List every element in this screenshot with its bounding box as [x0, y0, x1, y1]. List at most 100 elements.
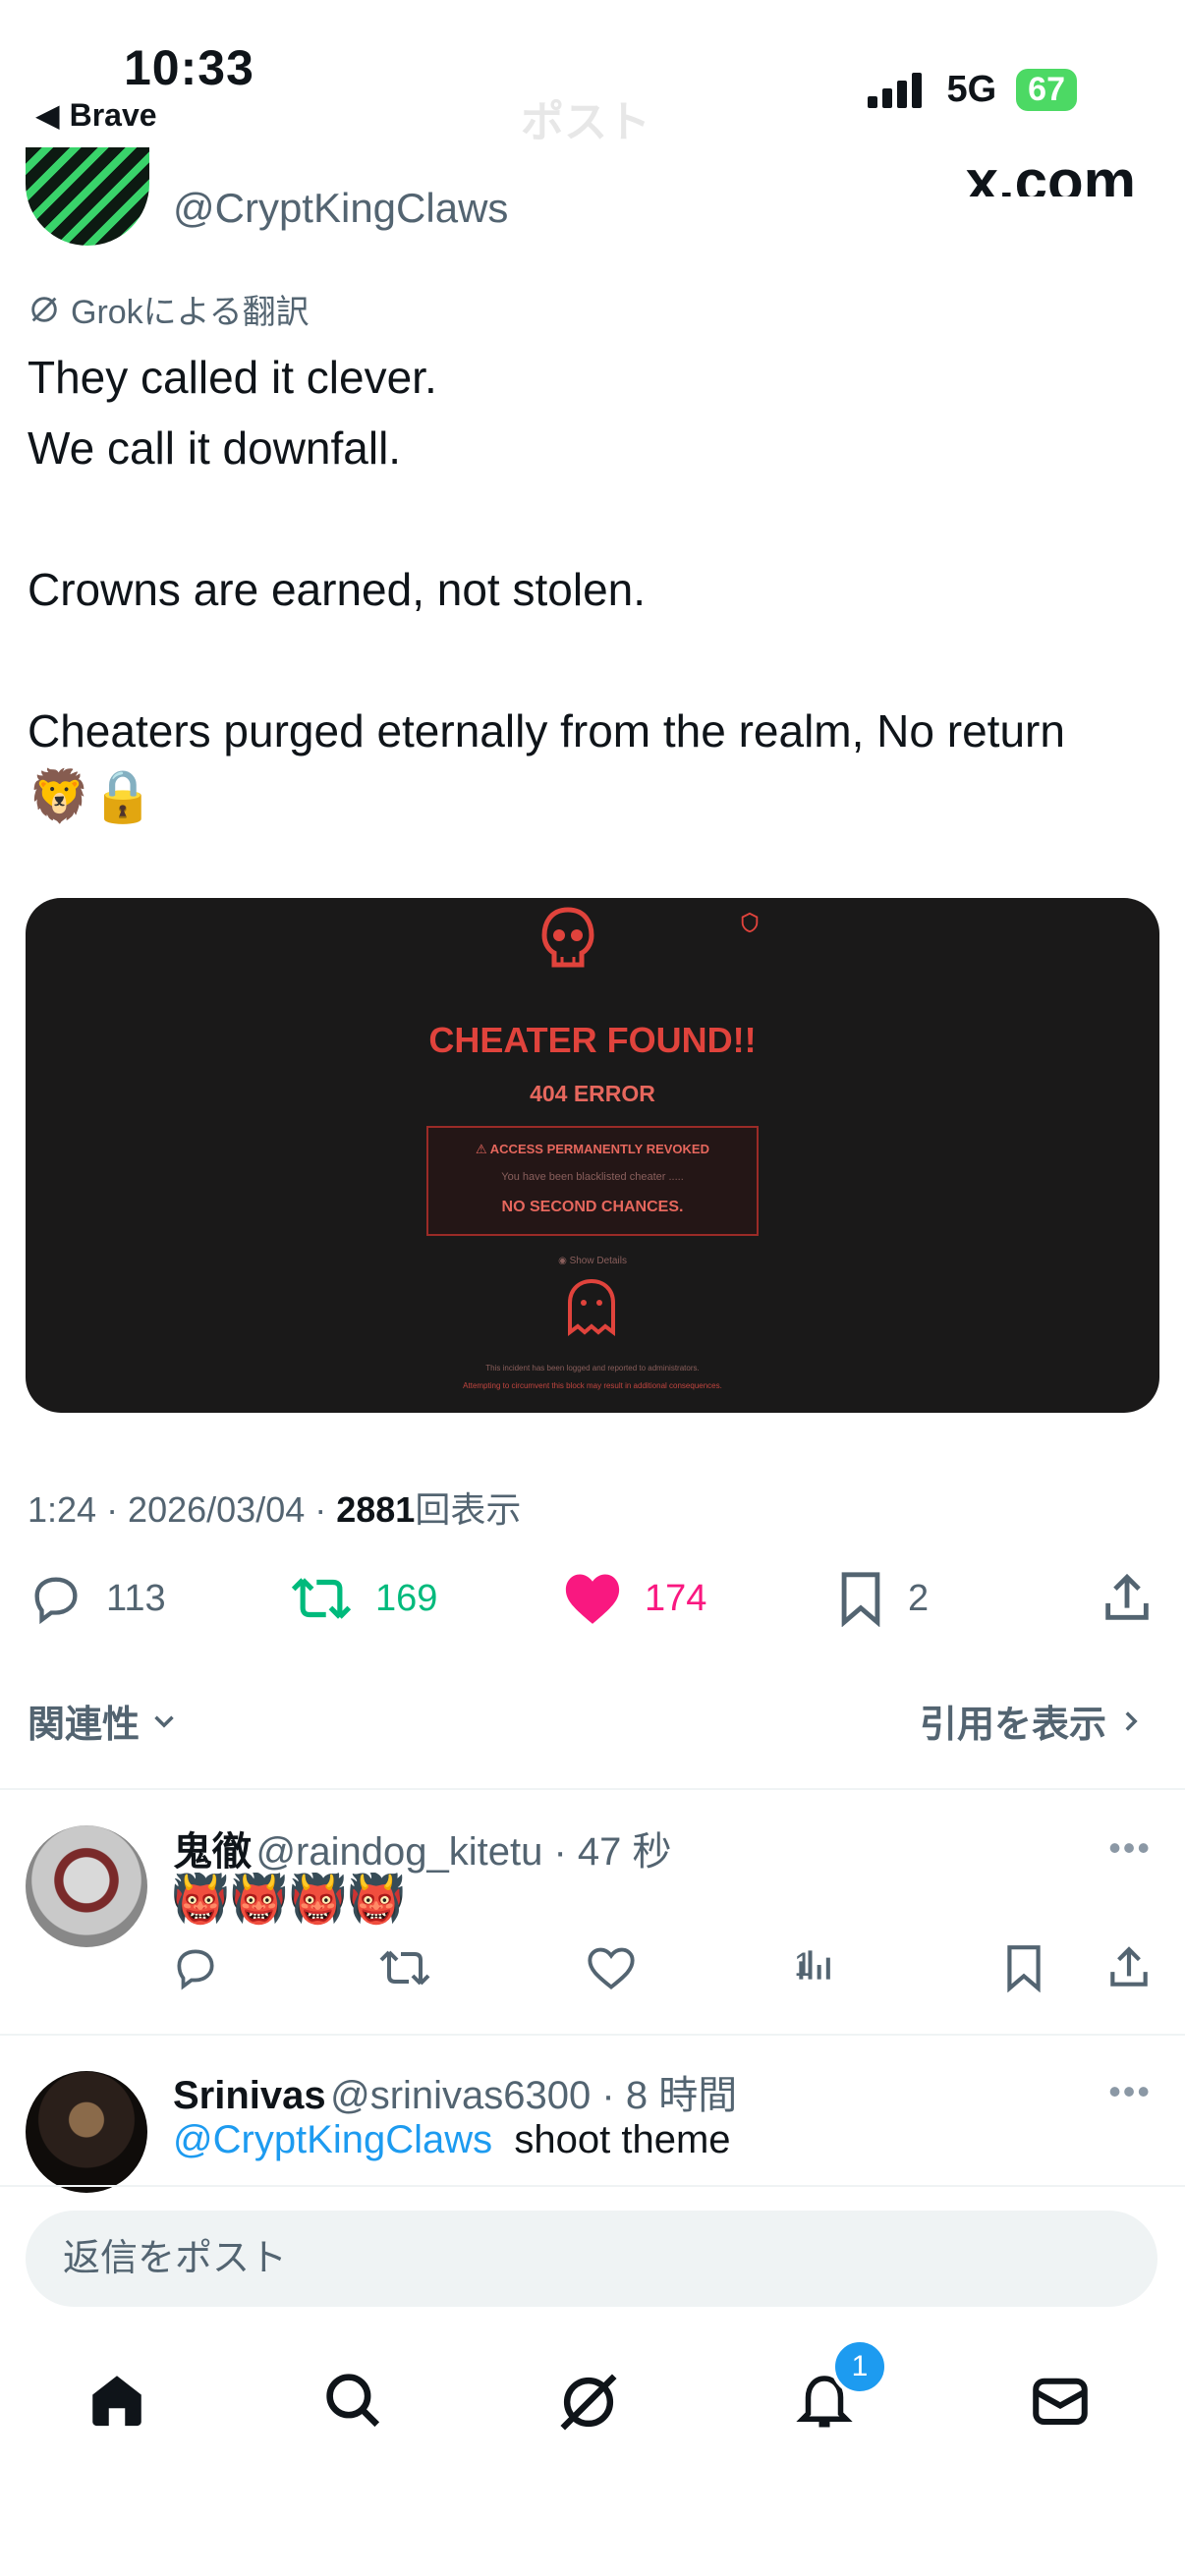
view-quotes-label: 引用を表示 [919, 1705, 1106, 1746]
shield-icon [741, 912, 759, 933]
mail-icon [1033, 2378, 1088, 2426]
share-icon [1110, 1946, 1148, 1987]
share-button[interactable] [1099, 1570, 1156, 1627]
reply-repost-button[interactable] [377, 1943, 432, 1997]
share-icon [1105, 1573, 1149, 1620]
reply-author-name[interactable]: 鬼徹 [173, 1830, 252, 1874]
reply-header: 鬼徹 @raindog_kitetu · 47 秒 [173, 1820, 672, 1876]
chevron-down-icon [154, 1715, 174, 1728]
warning-main: NO SECOND CHANCES. [501, 1199, 684, 1215]
reply-avatar[interactable] [26, 2071, 147, 2193]
post-timestamp: 1:24 · 2026/03/04 · [28, 1489, 337, 1530]
show-details-text: Show Details [569, 1256, 627, 1266]
post-body: They called it clever. We call it downfa… [28, 352, 1065, 756]
cheater-title: CHEATER FOUND!! [428, 1020, 757, 1060]
repost-button[interactable]: 169 [289, 1570, 437, 1627]
footer-notice: This incident has been logged and report… [485, 1364, 700, 1372]
like-button[interactable]: 174 [562, 1570, 706, 1627]
back-triangle-icon: ◀ [35, 97, 60, 133]
footer-warning: Attempting to circumvent this block may … [463, 1381, 722, 1390]
reply-text: 👹👹👹👹 [171, 1874, 407, 1926]
reply-views-button[interactable]: 1 [794, 1943, 837, 1987]
author-avatar[interactable] [26, 147, 149, 246]
reply-icon [177, 1949, 214, 1990]
chevron-right-icon [1125, 1710, 1138, 1731]
grok-icon [560, 2374, 617, 2431]
home-icon [92, 2376, 141, 2427]
status-indicators: 5G 67 [868, 69, 1077, 111]
post-meta: 1:24 · 2026/03/04 · 2881回表示 [28, 1482, 521, 1533]
grok-icon [31, 296, 57, 322]
reply-icon [34, 1577, 78, 1625]
tab-search[interactable] [320, 2368, 385, 2437]
heart-outline-icon [588, 1947, 635, 1989]
sort-label: 関連性 [28, 1705, 141, 1746]
translation-text: Grokによる翻訳 [71, 294, 310, 331]
back-app-label: Brave [69, 96, 157, 133]
bookmark-icon [1007, 1945, 1041, 1993]
eye-icon: ◉ [558, 1256, 570, 1266]
bookmark-icon [841, 1572, 880, 1627]
bookmark-button[interactable]: 2 [835, 1570, 929, 1627]
repost-icon [291, 1578, 352, 1619]
reply-comment-button[interactable] [171, 1943, 220, 1997]
warning-title: ⚠ ACCESS PERMANENTLY REVOKED [426, 1142, 759, 1157]
view-quotes-link[interactable]: 引用を表示 [920, 1694, 1148, 1748]
sort-dropdown[interactable]: 関連性 [28, 1694, 181, 1748]
divider [0, 1788, 1185, 1790]
tab-messages[interactable] [1028, 2368, 1093, 2437]
reply-author-name[interactable]: Srinivas [173, 2074, 326, 2117]
reply-text: @CryptKingClaws shoot theme [173, 2118, 731, 2162]
show-details-link: ◉ Show Details [0, 1256, 1185, 1266]
reply-mention[interactable]: @CryptKingClaws [173, 2118, 492, 2161]
status-time: 10:33 [124, 40, 254, 95]
divider [0, 2034, 1185, 2036]
ghost-icon [568, 1278, 615, 1336]
reply-count: 113 [106, 1577, 166, 1619]
reply-share-button[interactable] [1104, 1943, 1154, 1997]
more-options-icon[interactable]: ••• [1108, 2071, 1152, 2112]
reply-text-body: shoot theme [514, 2118, 731, 2161]
site-label: x.com [965, 148, 1136, 196]
like-count: 174 [645, 1577, 707, 1619]
reply-compose-input[interactable]: 返信をポスト [26, 2211, 1157, 2307]
warning-triangle-icon: ⚠ [475, 1142, 490, 1156]
header-title-faded: ポスト [521, 98, 650, 146]
divider [0, 2185, 1185, 2187]
search-icon [326, 2374, 380, 2428]
skull-icon [541, 907, 594, 968]
repost-count: 169 [375, 1577, 438, 1619]
bookmark-count: 2 [908, 1577, 930, 1619]
warning-subtext: You have been blacklisted cheater ..... [501, 1171, 684, 1183]
tab-home[interactable] [85, 2368, 149, 2437]
warning-title-text: ACCESS PERMANENTLY REVOKED [489, 1142, 709, 1156]
author-handle[interactable]: @CryptKingClaws [173, 185, 508, 232]
reply-bookmark-button[interactable] [1002, 1943, 1045, 1997]
reply-author-handle[interactable]: @srinivas6300 · 8 時間 [330, 2074, 737, 2117]
bottom-tab-bar: 1 [0, 2328, 1185, 2466]
tab-grok[interactable] [554, 2368, 623, 2441]
view-label: 回表示 [415, 1489, 522, 1530]
error-code: 404 ERROR [530, 1081, 655, 1106]
reply-header: Srinivas @srinivas6300 · 8 時間 [173, 2063, 737, 2120]
reply-avatar[interactable] [26, 1825, 147, 1947]
post-actions: 113 169 174 2 [28, 1570, 1157, 1639]
repost-icon [379, 1950, 430, 1986]
reply-like-button[interactable] [586, 1943, 637, 1997]
signal-icon [868, 72, 927, 108]
notification-badge: 1 [831, 2338, 888, 2395]
battery-level: 67 [1028, 71, 1065, 108]
post-emoji: 🦁🔒 [28, 768, 155, 825]
reply-view-count: 1 [794, 1945, 813, 1984]
tab-notifications[interactable]: 1 [792, 2338, 888, 2437]
view-count: 2881 [336, 1489, 416, 1530]
reply-actions: 1 [171, 1943, 1154, 1993]
reply-button[interactable]: 113 [28, 1570, 166, 1627]
network-label: 5G [946, 69, 997, 110]
reply-author-handle[interactable]: @raindog_kitetu · 47 秒 [255, 1830, 671, 1874]
heart-icon [565, 1574, 620, 1624]
battery-icon: 67 [1016, 69, 1077, 111]
back-to-app-link[interactable]: ◀ Brave [35, 96, 157, 134]
translation-label[interactable]: Grokによる翻訳 [28, 285, 310, 333]
more-options-icon[interactable]: ••• [1108, 1827, 1152, 1869]
